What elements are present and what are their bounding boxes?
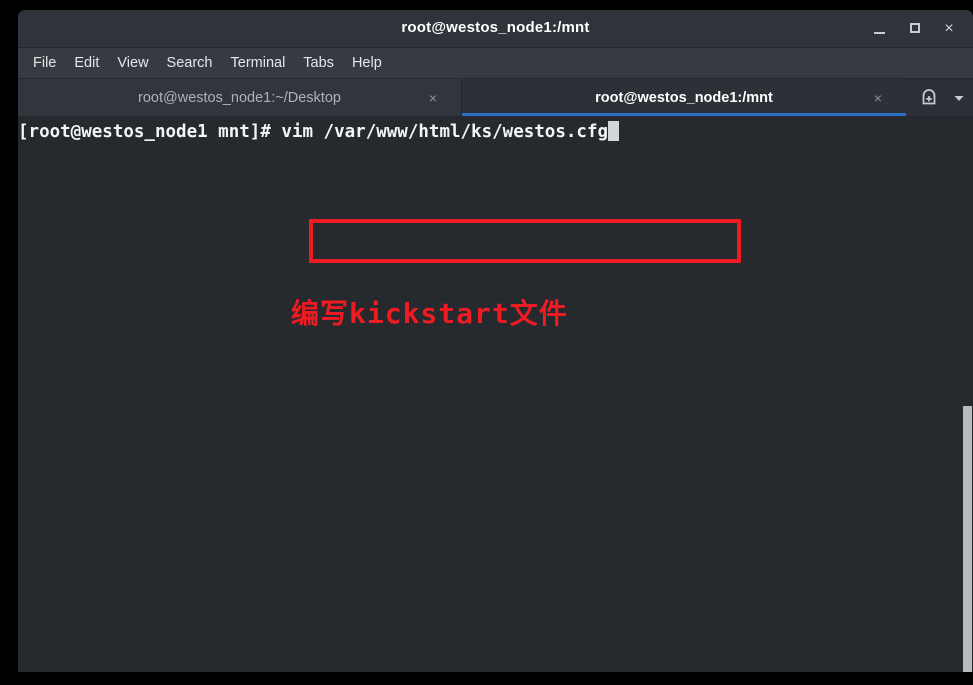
window-titlebar: root@westos_node1:/mnt × [18,10,973,48]
shell-command: vim /var/www/html/ks/westos.cfg [281,122,609,142]
terminal-cursor [608,121,620,141]
menu-item-file[interactable]: File [24,52,65,74]
command-highlight-box [309,219,741,263]
shell-prompt: [root@westos_node1 mnt]# [18,122,282,142]
menu-item-view[interactable]: View [108,52,157,74]
terminal-prompt-line: [root@westos_node1 mnt]# vim /var/www/ht… [18,121,620,142]
menu-item-tabs[interactable]: Tabs [294,52,343,74]
menu-item-edit[interactable]: Edit [65,52,108,74]
tab-desktop[interactable]: root@westos_node1:~/Desktop × [18,79,462,116]
annotation-text: 编写kickstart文件 [291,297,568,330]
menu-item-search[interactable]: Search [158,52,222,74]
tab-label: root@westos_node1:~/Desktop [138,89,341,106]
terminal-scrollbar[interactable] [962,116,973,672]
new-tab-icon[interactable] [920,88,938,107]
tab-mnt[interactable]: root@westos_node1:/mnt × [462,79,906,116]
minimize-icon [873,32,885,34]
tab-bar-actions [906,79,973,116]
close-icon: × [944,20,954,37]
close-button[interactable]: × [939,19,959,39]
menu-bar: File Edit View Search Terminal Tabs Help [18,48,973,79]
tab-close-icon[interactable]: × [874,91,882,105]
scrollbar-thumb[interactable] [963,406,972,672]
window-title: root@westos_node1:/mnt [401,19,590,36]
terminal-window: root@westos_node1:/mnt × File Edit View … [18,10,973,672]
menu-item-help[interactable]: Help [343,52,391,74]
menu-item-terminal[interactable]: Terminal [222,52,295,74]
minimize-button[interactable] [869,19,889,39]
maximize-icon [910,23,920,33]
tab-close-icon[interactable]: × [429,91,437,105]
tab-bar: root@westos_node1:~/Desktop × root@westo… [18,79,973,116]
chevron-down-icon[interactable] [952,91,966,105]
maximize-button[interactable] [905,19,925,39]
terminal-body[interactable]: [root@westos_node1 mnt]# vim /var/www/ht… [18,116,973,672]
tab-label: root@westos_node1:/mnt [595,89,773,106]
